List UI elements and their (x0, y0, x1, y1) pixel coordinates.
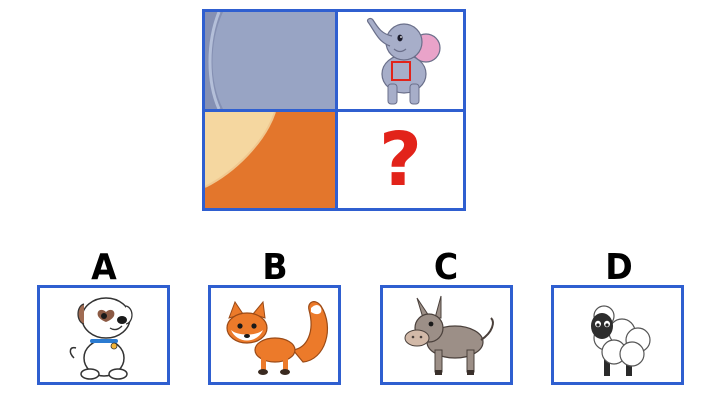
dog-icon (69, 297, 133, 380)
option-label-c: C (433, 247, 459, 288)
fox-icon (226, 300, 329, 375)
option-a-button[interactable] (37, 285, 170, 385)
elephant-icon (366, 17, 441, 105)
option-d-button[interactable] (551, 285, 684, 385)
gray-color-swatch (205, 12, 335, 109)
question-mark: ? (379, 117, 422, 203)
orange-color-swatch (205, 112, 335, 208)
option-b-button[interactable] (208, 285, 341, 385)
option-c-button[interactable] (380, 285, 513, 385)
answer-slot: ? (338, 112, 463, 208)
elephant-cell (338, 12, 463, 109)
option-label-a: A (91, 247, 117, 288)
donkey-icon (404, 295, 494, 375)
puzzle-grid: ? (202, 9, 466, 211)
grid-divider-horizontal (205, 109, 463, 112)
option-label-b: B (262, 247, 288, 288)
sheep-icon (591, 305, 651, 376)
option-label-d: D (605, 247, 633, 288)
